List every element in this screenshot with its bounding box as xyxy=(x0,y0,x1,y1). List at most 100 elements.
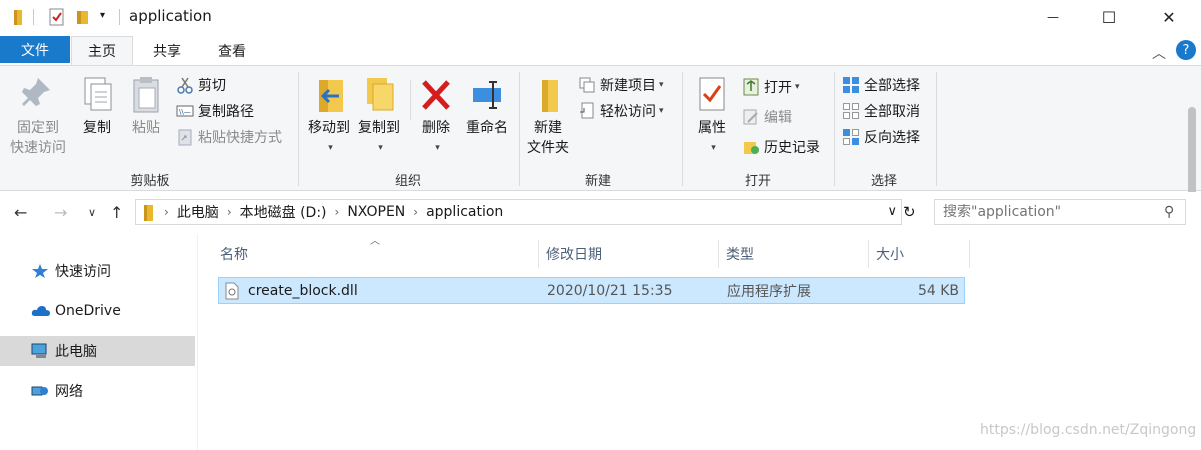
invert-selection-icon xyxy=(842,128,860,146)
new-item-button[interactable]: 新建项目 ▾ xyxy=(578,74,664,96)
new-folder-label-line1: 新建 xyxy=(534,120,562,136)
address-row: ← → ∨ ↑ › 此电脑 › 本地磁盘 (D:) › NXOPEN › app… xyxy=(0,192,1201,234)
tab-view[interactable]: 查看 xyxy=(205,36,259,65)
forward-arrow-icon[interactable]: → xyxy=(54,203,67,222)
maximize-button[interactable]: ☐ xyxy=(1086,0,1132,34)
close-icon: ✕ xyxy=(1162,7,1176,27)
invert-selection-label: 反向选择 xyxy=(864,130,920,146)
dll-file-icon xyxy=(224,278,240,303)
minimize-icon: — xyxy=(1047,10,1059,24)
rename-icon xyxy=(467,74,507,116)
nav-item-quick-access[interactable]: 快速访问 xyxy=(0,256,195,286)
tab-file[interactable]: 文件 xyxy=(0,36,70,63)
copy-button[interactable]: 复制 xyxy=(72,74,122,138)
column-header-modified[interactable]: 修改日期 xyxy=(540,240,719,268)
ribbon-tabs: 文件 主页 共享 查看 ︿ ? xyxy=(0,36,1201,65)
pin-icon xyxy=(18,74,58,116)
copy-path-button[interactable]: \\— 复制路径 xyxy=(176,100,254,122)
paste-shortcut-label: 粘贴快捷方式 xyxy=(198,130,282,146)
close-button[interactable]: ✕ xyxy=(1146,0,1192,34)
properties-button[interactable]: 属性 ▾ xyxy=(690,74,734,158)
address-bar[interactable]: › 此电脑 › 本地磁盘 (D:) › NXOPEN › application… xyxy=(135,199,902,225)
easy-access-button[interactable]: 轻松访问 ▾ xyxy=(578,100,664,122)
delete-button[interactable]: 删除 ▾ xyxy=(414,74,458,158)
search-icon[interactable]: ⚲ xyxy=(1164,204,1174,220)
breadcrumb-local-disk[interactable]: 本地磁盘 (D:) xyxy=(240,202,327,222)
new-item-label: 新建项目 xyxy=(600,78,656,94)
nav-item-network[interactable]: 网络 xyxy=(0,376,195,406)
group-separator xyxy=(834,72,835,186)
new-folder-icon[interactable] xyxy=(74,8,90,28)
copy-to-button[interactable]: 复制到 ▾ xyxy=(354,74,404,158)
tab-share[interactable]: 共享 xyxy=(140,36,194,65)
new-item-dropdown-icon: ▾ xyxy=(659,80,664,90)
refresh-icon[interactable]: ↻ xyxy=(903,203,916,221)
collapse-ribbon-chevron-icon[interactable]: ︿ xyxy=(1152,43,1166,63)
properties-dropdown-icon: ▾ xyxy=(711,143,716,153)
open-label: 打开 xyxy=(764,80,792,96)
watermark: https://blog.csdn.net/Zqingong xyxy=(980,422,1197,438)
select-all-button[interactable]: 全部选择 xyxy=(842,74,920,96)
nav-item-this-pc[interactable]: 此电脑 xyxy=(0,336,195,366)
breadcrumb-application[interactable]: application xyxy=(426,204,503,220)
back-arrow-icon[interactable]: ← xyxy=(14,203,27,222)
open-icon xyxy=(742,78,760,96)
rename-button[interactable]: 重命名 xyxy=(462,74,512,138)
customize-quick-access-chevron-icon[interactable]: ▾ xyxy=(100,10,105,30)
tab-home[interactable]: 主页 xyxy=(71,36,133,65)
paste-shortcut-button[interactable]: 粘贴快捷方式 xyxy=(176,126,282,148)
nav-item-onedrive[interactable]: OneDrive xyxy=(0,296,195,326)
nav-item-label: 快速访问 xyxy=(55,264,111,280)
move-to-label: 移动到 xyxy=(308,120,350,136)
select-none-button[interactable]: 全部取消 xyxy=(842,100,920,122)
search-box[interactable]: ⚲ xyxy=(934,199,1186,225)
select-none-icon xyxy=(842,102,860,120)
copy-path-icon: \\— xyxy=(176,102,194,120)
up-arrow-icon[interactable]: ↑ xyxy=(110,203,123,222)
ribbon: 固定到 快速访问 复制 粘贴 剪切 \\— 复制路径 粘贴快捷方式 剪贴板 移动… xyxy=(0,65,1201,225)
open-group-label: 打开 xyxy=(744,174,771,189)
breadcrumb-separator-icon: › xyxy=(413,205,419,219)
open-button[interactable]: 打开 ▾ xyxy=(742,76,800,98)
column-header-name[interactable]: 名称 xyxy=(214,240,539,268)
pin-to-quick-access-button[interactable]: 固定到 快速访问 xyxy=(6,74,70,158)
paste-button[interactable]: 粘贴 xyxy=(122,74,170,138)
properties-icon xyxy=(692,74,732,116)
pane-divider xyxy=(197,234,198,450)
file-row[interactable]: create_block.dll 2020/10/21 15:35 应用程序扩展… xyxy=(218,277,965,304)
easy-access-label: 轻松访问 xyxy=(600,104,656,120)
recent-locations-chevron-icon[interactable]: ∨ xyxy=(88,206,96,219)
computer-icon xyxy=(31,343,49,359)
invert-selection-button[interactable]: 反向选择 xyxy=(842,126,920,148)
help-icon[interactable]: ? xyxy=(1176,40,1196,60)
cut-button[interactable]: 剪切 xyxy=(176,74,226,96)
copy-label: 复制 xyxy=(83,120,111,136)
move-to-button[interactable]: 移动到 ▾ xyxy=(304,74,354,158)
properties-check-icon[interactable] xyxy=(48,8,66,28)
window-title: application xyxy=(129,7,212,25)
open-dropdown-icon: ▾ xyxy=(795,82,800,92)
breadcrumb-this-pc[interactable]: 此电脑 xyxy=(177,202,219,222)
clipboard-group-label: 剪贴板 xyxy=(130,174,170,189)
copy-to-dropdown-icon: ▾ xyxy=(378,143,383,153)
edit-label: 编辑 xyxy=(764,110,792,126)
move-to-icon xyxy=(309,74,349,116)
properties-label: 属性 xyxy=(698,120,726,136)
title-bar: ▾ application — ☐ ✕ xyxy=(0,0,1201,35)
address-history-chevron-icon[interactable]: ∨ xyxy=(887,204,897,219)
rename-label: 重命名 xyxy=(466,120,508,136)
nav-item-label: 网络 xyxy=(55,384,83,400)
column-header-size[interactable]: 大小 xyxy=(870,240,970,268)
group-separator xyxy=(298,72,299,186)
history-button[interactable]: 历史记录 xyxy=(742,136,820,158)
search-input[interactable] xyxy=(943,204,1158,220)
folder-icon xyxy=(142,204,156,221)
easy-access-icon xyxy=(578,102,596,120)
nav-item-label: 此电脑 xyxy=(55,344,97,360)
minimize-button[interactable]: — xyxy=(1030,0,1076,34)
breadcrumb-nxopen[interactable]: NXOPEN xyxy=(347,204,405,220)
new-folder-button[interactable]: 新建 文件夹 xyxy=(522,74,574,158)
copy-to-icon xyxy=(359,74,399,116)
column-header-type[interactable]: 类型 xyxy=(720,240,869,268)
edit-button[interactable]: 编辑 xyxy=(742,106,792,128)
